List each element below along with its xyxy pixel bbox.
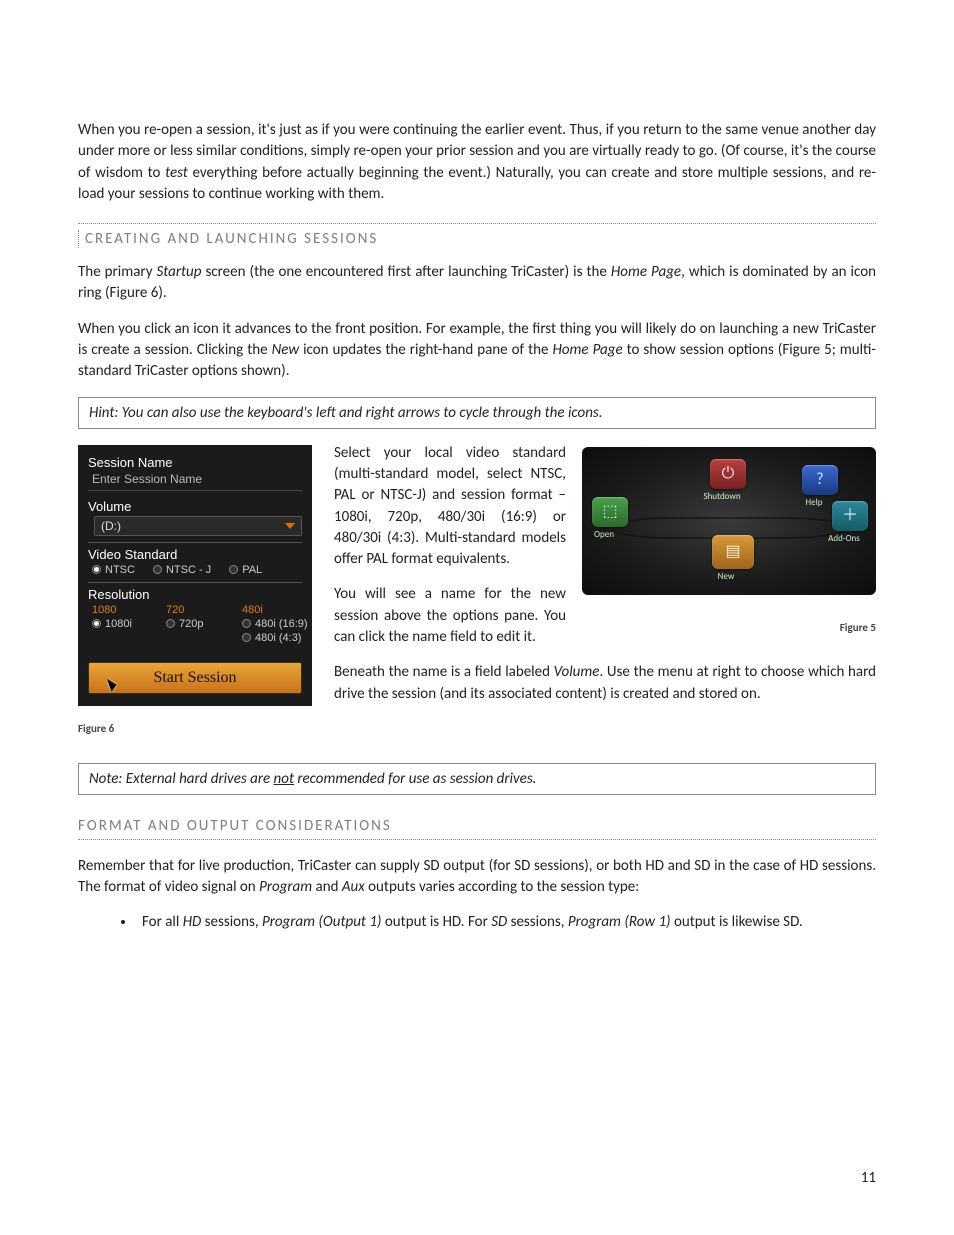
bullet-list: For all HD sessions, Program (Output 1) …	[78, 912, 876, 933]
cursor-icon	[107, 676, 118, 692]
text: The primary	[78, 263, 157, 281]
heading-creating-sessions: CREATING AND LAUNCHING SESSIONS	[78, 230, 876, 248]
text-italic: test	[165, 164, 188, 182]
figure-6-caption: Figure 6	[78, 722, 312, 735]
radio-icon	[92, 619, 101, 628]
text-italic: Volume	[554, 663, 600, 681]
text: sessions,	[201, 913, 262, 931]
text: icon updates the right-hand pane of the	[299, 341, 552, 359]
box-icon: ⬚	[602, 504, 617, 520]
radio-label: NTSC	[105, 564, 135, 576]
radio-icon	[166, 619, 175, 628]
res-header-1080: 1080	[92, 604, 160, 616]
text: output is HD. For	[381, 913, 491, 931]
shutdown-label: Shutdown	[692, 491, 752, 502]
radio-label: 720p	[179, 618, 203, 630]
note-text: Note: External hard drives are	[89, 770, 274, 788]
text: Beneath the name is a field labeled	[334, 663, 554, 681]
chevron-down-icon	[285, 523, 295, 529]
volume-dropdown[interactable]: (D:)	[94, 516, 302, 536]
home-icon-ring: ⏻ Shutdown ? Help ＋ Add-Ons ▤ New ⬚ Open	[582, 447, 876, 595]
paragraph: The primary Startup screen (the one enco…	[78, 262, 876, 305]
addons-label: Add-Ons	[814, 533, 874, 544]
volume-value: (D:)	[101, 519, 121, 533]
radio-icon	[92, 565, 101, 574]
radio-pal[interactable]: PAL	[229, 564, 262, 576]
radio-icon	[242, 619, 251, 628]
res-header-480i: 480i	[242, 604, 322, 616]
radio-ntsc-j[interactable]: NTSC - J	[153, 564, 211, 576]
radio-label: PAL	[242, 564, 262, 576]
radio-480i-43[interactable]: 480i (4:3)	[242, 632, 322, 644]
radio-icon	[153, 565, 162, 574]
radio-480i-169[interactable]: 480i (16:9)	[242, 618, 322, 630]
radio-icon	[229, 565, 238, 574]
radio-label: 1080i	[105, 618, 132, 630]
volume-label: Volume	[88, 499, 302, 514]
radio-label: NTSC - J	[166, 564, 211, 576]
text-italic: Program	[259, 878, 312, 896]
text-italic: Home Page	[553, 341, 623, 359]
radio-1080i[interactable]: 1080i	[92, 618, 160, 630]
text-italic: Program (Row 1)	[568, 913, 671, 931]
section-divider: CREATING AND LAUNCHING SESSIONS	[78, 223, 876, 248]
text: screen (the one encountered first after …	[201, 263, 610, 281]
radio-720p[interactable]: 720p	[166, 618, 236, 630]
note-box: Note: External hard drives are not recom…	[78, 763, 876, 795]
video-standard-label: Video Standard	[88, 547, 302, 562]
paragraph-intro: When you re-open a session, it's just as…	[78, 120, 876, 205]
document-icon: ▤	[725, 544, 740, 560]
hint-box: Hint: You can also use the keyboard's le…	[78, 397, 876, 429]
addons-button[interactable]: ＋	[832, 501, 868, 531]
session-name-input[interactable]: Enter Session Name	[88, 472, 302, 491]
text: and	[312, 878, 342, 896]
figure-5-caption: Figure 5	[582, 621, 876, 634]
text-italic: Aux	[342, 878, 365, 896]
text-italic: SD	[491, 913, 507, 931]
radio-label: 480i (16:9)	[255, 618, 308, 630]
new-label: New	[696, 571, 756, 582]
res-header-720: 720	[166, 604, 236, 616]
resolution-label: Resolution	[88, 587, 302, 602]
session-config-panel: Session Name Enter Session Name Volume (…	[78, 445, 312, 706]
text: output is likewise SD.	[671, 913, 803, 931]
hint-text: Hint: You can also use the keyboard's le…	[89, 404, 603, 422]
note-underline: not	[274, 770, 294, 788]
start-session-label: Start Session	[153, 669, 236, 686]
text: For all	[142, 913, 183, 931]
text: sessions,	[507, 913, 568, 931]
shutdown-button[interactable]: ⏻	[710, 459, 746, 489]
paragraph: Remember that for live production, TriCa…	[78, 856, 876, 899]
note-text: recommended for use as session drives.	[294, 770, 536, 788]
start-session-button[interactable]: Start Session	[88, 662, 302, 694]
radio-icon	[242, 633, 251, 642]
open-label: Open	[582, 529, 634, 540]
heading-format-output: FORMAT AND OUTPUT CONSIDERATIONS	[78, 817, 876, 840]
list-item: For all HD sessions, Program (Output 1) …	[136, 912, 876, 933]
help-button[interactable]: ?	[802, 465, 838, 495]
text: outputs varies according to the session …	[365, 878, 640, 896]
open-button[interactable]: ⬚	[592, 497, 628, 527]
text-italic: Home Page	[611, 263, 681, 281]
radio-ntsc[interactable]: NTSC	[92, 564, 135, 576]
help-icon: ?	[816, 472, 823, 488]
text-italic: HD	[183, 913, 202, 931]
plus-icon: ＋	[842, 508, 858, 524]
text-italic: Startup	[157, 263, 202, 281]
text-italic: Program (Output 1)	[262, 913, 382, 931]
text: everything before actually beginning the…	[78, 164, 876, 203]
power-icon: ⏻	[722, 466, 735, 482]
text-italic: New	[272, 341, 299, 359]
paragraph: When you click an icon it advances to th…	[78, 319, 876, 383]
page-number: 11	[861, 1169, 876, 1187]
session-name-label: Session Name	[88, 455, 302, 470]
new-button[interactable]: ▤	[712, 535, 754, 569]
radio-label: 480i (4:3)	[255, 632, 301, 644]
